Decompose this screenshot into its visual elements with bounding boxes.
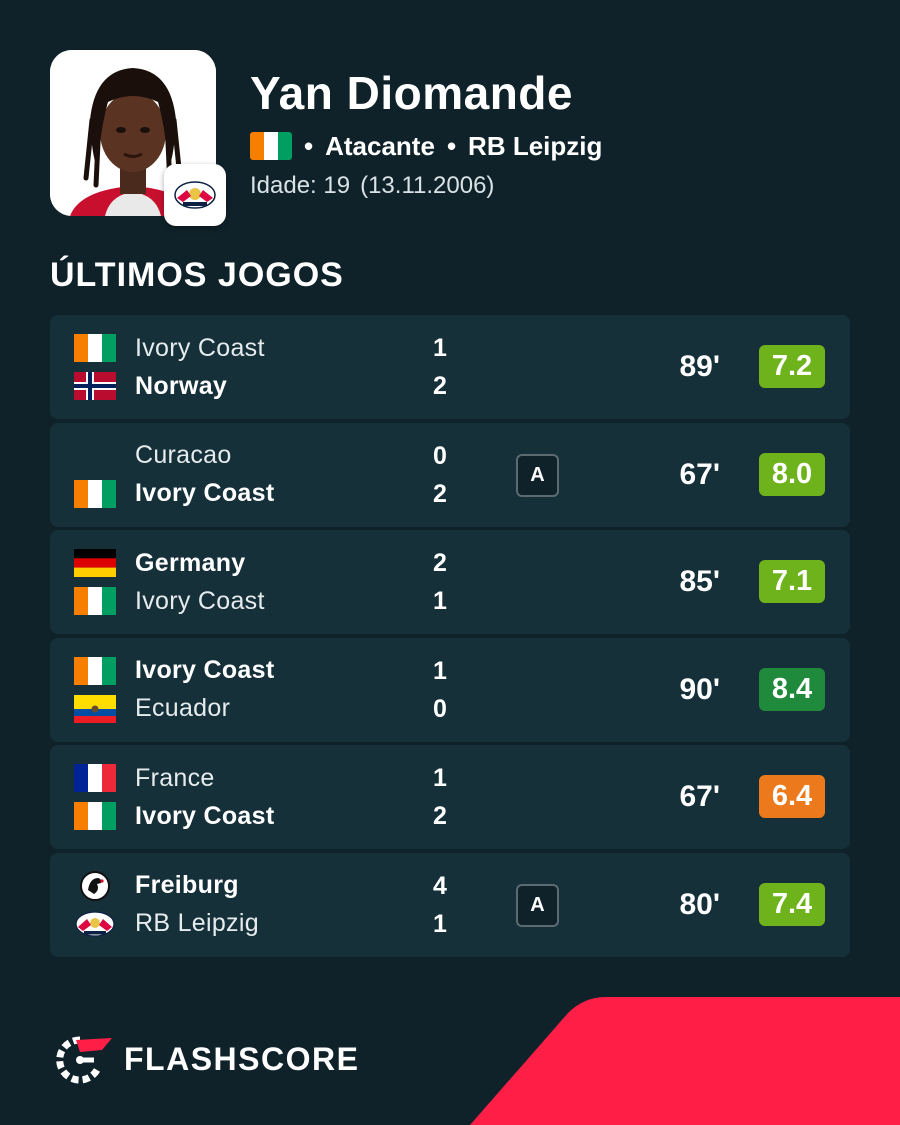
away-score: 1 [433, 587, 447, 615]
home-team: Germany [74, 545, 454, 581]
brand-name: FLASHSCORE [124, 1040, 360, 1077]
germany-flag-icon [74, 549, 116, 577]
ivory-coast-flag-icon [74, 334, 116, 362]
flashscore-brand[interactable]: FLASHSCORE [54, 1034, 359, 1084]
away-match-badge: A [516, 883, 559, 927]
away-team-name: Norway [135, 371, 228, 400]
home-score: 4 [433, 871, 447, 900]
minutes-played: 67' [679, 780, 720, 813]
home-team-name: Ivory Coast [135, 333, 265, 362]
player-age-line: Idade: 19 (13.11.2006) [250, 172, 494, 200]
home-team-name: Germany [135, 548, 246, 577]
home-team: Curacao [74, 438, 454, 474]
away-team-name: Ecuador [135, 694, 231, 722]
home-team-name: Freiburg [135, 871, 239, 899]
away-team-name: RB Leipzig [135, 909, 259, 937]
norway-flag-icon [74, 372, 116, 400]
away-score: 1 [433, 909, 447, 938]
rating-badge: 7.2 [759, 345, 825, 388]
ivory-coast-flag-icon [74, 656, 116, 685]
away-team: Ivory Coast [74, 583, 454, 619]
ivory-coast-flag-icon [250, 132, 292, 160]
rating-badge: 6.4 [759, 775, 825, 818]
rb-leipzig-crest-icon [74, 910, 116, 938]
match-row[interactable]: Curacao Ivory Coast 0 2 A 67' 8.0 [50, 422, 850, 527]
rb-leipzig-badge [164, 164, 226, 226]
home-team: Ivory Coast [74, 653, 454, 689]
away-score: 2 [433, 372, 447, 400]
away-team-name: Ivory Coast [135, 586, 265, 615]
ivory-coast-flag-icon [74, 479, 116, 508]
away-team: Ecuador [74, 691, 454, 727]
ivory-coast-flag-icon [74, 802, 116, 830]
player-name: Yan Diomande [250, 67, 573, 119]
minutes-played: 85' [679, 565, 720, 598]
ivory-coast-flag-icon [74, 587, 116, 615]
home-team-name: France [135, 763, 215, 792]
minutes-played: 80' [679, 887, 720, 921]
home-score: 1 [433, 334, 447, 362]
footer-red-shape [470, 997, 900, 1125]
rating-badge: 7.1 [759, 560, 825, 603]
minutes-played: 67' [679, 457, 720, 491]
match-row[interactable]: France Ivory Coast 1 2 67' 6.4 [50, 745, 850, 849]
player-position: Atacante [325, 130, 435, 161]
away-score: 0 [433, 694, 447, 723]
rating-badge: 8.0 [759, 452, 825, 496]
away-team-name: Ivory Coast [135, 801, 275, 830]
home-score: 1 [433, 656, 447, 685]
minutes-played: 90' [679, 672, 720, 706]
match-list: Ivory Coast Norway 1 2 89' 7.2 Curacao I… [50, 315, 850, 960]
rating-badge: 7.4 [759, 882, 825, 926]
freiburg-crest-icon [74, 870, 116, 901]
minutes-played: 89' [679, 350, 720, 383]
home-team-name: Curacao [135, 441, 232, 469]
match-row[interactable]: Germany Ivory Coast 2 1 85' 7.1 [50, 530, 850, 634]
player-meta: • Atacante • RB Leipzig [250, 128, 602, 164]
match-row[interactable]: Ivory Coast Norway 1 2 89' 7.2 [50, 315, 850, 419]
home-team-name: Ivory Coast [135, 656, 275, 684]
player-age: Idade: 19 [250, 172, 351, 199]
home-score: 1 [433, 764, 447, 792]
rating-badge: 8.4 [759, 667, 825, 711]
separator-dot: • [304, 130, 314, 161]
france-flag-icon [74, 764, 116, 792]
away-team: RB Leipzig [74, 906, 454, 942]
away-match-badge: A [516, 453, 559, 497]
separator-dot: • [446, 130, 457, 161]
ecuador-flag-icon [74, 694, 116, 723]
match-row[interactable]: Freiburg RB Leipzig 4 1 A 80' 7.4 [50, 852, 850, 957]
flashscore-logo-icon [56, 1036, 112, 1084]
home-team: Freiburg [74, 868, 454, 904]
home-team: France [74, 760, 454, 796]
match-row[interactable]: Ivory Coast Ecuador 1 0 90' 8.4 [50, 637, 850, 742]
away-team-name: Ivory Coast [135, 479, 275, 507]
curacao-blank-icon [74, 442, 116, 470]
section-title: ÚLTIMOS JOGOS [50, 256, 344, 294]
home-team: Ivory Coast [74, 330, 454, 366]
rb-leipzig-crest-icon [174, 181, 216, 209]
player-club: RB Leipzig [468, 130, 603, 161]
home-score: 2 [433, 549, 447, 577]
away-team: Ivory Coast [74, 476, 454, 512]
away-team: Ivory Coast [74, 798, 454, 834]
away-score: 2 [433, 479, 447, 508]
player-birthdate: (13.11.2006) [360, 172, 495, 199]
home-score: 0 [433, 441, 447, 470]
away-team: Norway [74, 368, 454, 404]
away-score: 2 [433, 802, 447, 830]
